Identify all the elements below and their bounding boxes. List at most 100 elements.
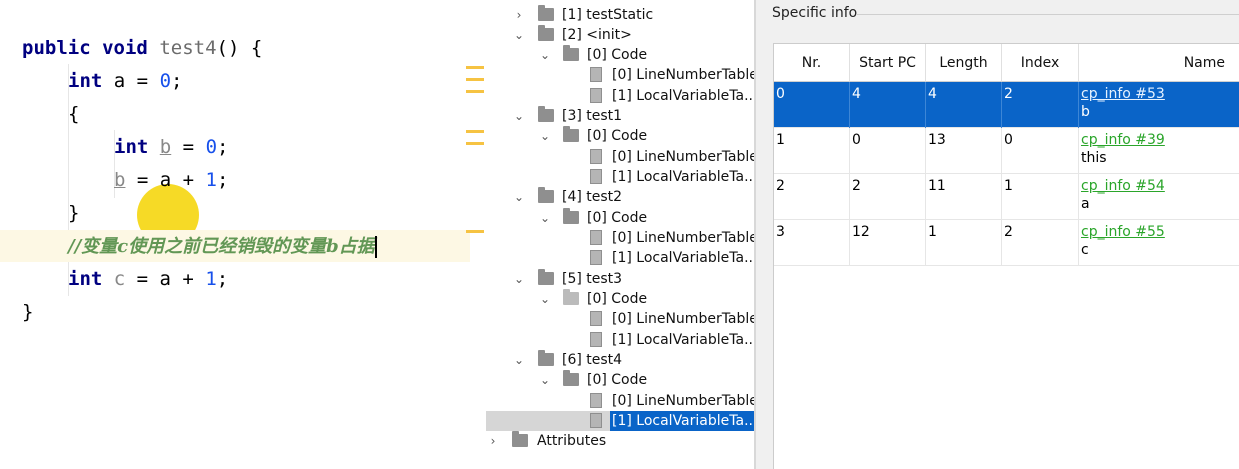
tree-item-attribute[interactable]: [0] LineNumberTable (486, 228, 756, 248)
class-structure-tree[interactable]: › [1] testStatic ⌄ [2] <init> ⌄ [0] Code [0… (486, 0, 756, 469)
specific-info-panel: Specific info Nr. Start PC Length Index … (756, 0, 1239, 469)
cell-length: 11 (926, 174, 1002, 220)
file-icon (590, 67, 602, 82)
file-icon (590, 88, 602, 103)
variable-name: c (1081, 242, 1089, 258)
code-text: = a + (125, 169, 206, 191)
tree-item-code[interactable]: ⌄ [0] Code (486, 370, 756, 390)
chevron-right-icon[interactable]: › (486, 431, 500, 451)
text-cursor (374, 235, 377, 258)
folder-icon (563, 370, 579, 386)
tree-item-code[interactable]: ⌄ [0] Code (486, 208, 756, 228)
table-row-selected[interactable]: 0 4 4 2 cp_info #53 b (774, 82, 1239, 128)
folder-icon (563, 208, 579, 224)
tree-item-attribute-selected[interactable]: [1] LocalVariableTa... (486, 411, 756, 431)
cp-info-link[interactable]: cp_info #53 (1081, 86, 1237, 102)
tree-item-attribute[interactable]: [1] LocalVariableTa... (486, 248, 756, 268)
tree-item-label: [4] test2 (562, 189, 623, 205)
table-row[interactable]: 2 2 11 1 cp_info #54 a (774, 174, 1239, 220)
gutter-marker[interactable] (466, 78, 484, 81)
chevron-down-icon[interactable]: ⌄ (538, 208, 552, 228)
chevron-down-icon[interactable]: ⌄ (512, 269, 526, 289)
local-variable-table[interactable]: Nr. Start PC Length Index Name 0 4 4 2 c… (773, 43, 1239, 469)
variable-name: this (1081, 150, 1107, 166)
tree-item-label: [0] LineNumberTable (612, 230, 756, 246)
folder-icon (563, 45, 579, 61)
gutter-marker[interactable] (466, 142, 484, 145)
code-line-7[interactable]: //变量c使用之前已经销毁的变量b占据 (0, 230, 470, 262)
tree-item-label: [0] Code (587, 372, 648, 388)
variable: a (113, 70, 126, 92)
cell-name: cp_info #53 b (1079, 82, 1239, 128)
cell-name: cp_info #55 c (1079, 220, 1239, 266)
tree-item-attribute[interactable]: [0] LineNumberTable (486, 65, 756, 85)
tree-item-attribute[interactable]: [0] LineNumberTable (486, 147, 756, 167)
folder-icon (538, 350, 554, 366)
gutter-marker[interactable] (466, 66, 484, 69)
code-line-9[interactable]: } (0, 296, 470, 328)
tree-item-attributes[interactable]: › Attributes (486, 431, 756, 451)
chevron-down-icon[interactable]: ⌄ (538, 45, 552, 65)
chevron-down-icon[interactable]: ⌄ (512, 350, 526, 370)
cell-start-pc: 0 (850, 128, 926, 174)
code-line-8[interactable]: int c = a + 1; (0, 263, 470, 295)
column-header[interactable]: Start PC (850, 44, 926, 82)
chevron-down-icon[interactable]: ⌄ (538, 289, 552, 309)
gutter-marker[interactable] (466, 130, 484, 133)
tree-item-code[interactable]: ⌄ [0] Code (486, 45, 756, 65)
cp-info-link[interactable]: cp_info #39 (1081, 132, 1237, 148)
code-line-4[interactable]: int b = 0; (0, 131, 470, 163)
code-line-3[interactable]: { (0, 98, 470, 130)
keyword: int (68, 70, 103, 92)
tree-item-attribute[interactable]: [1] LocalVariableTa... (486, 330, 756, 350)
chevron-right-icon[interactable]: › (512, 5, 526, 25)
tree-item-label: [6] test4 (562, 352, 623, 368)
folder-icon (538, 269, 554, 285)
tree-item-code[interactable]: ⌄ [0] Code (486, 289, 756, 309)
tree-item-method[interactable]: ⌄ [4] test2 (486, 187, 756, 207)
table-row[interactable]: 3 12 1 2 cp_info #55 c (774, 220, 1239, 266)
chevron-down-icon[interactable]: ⌄ (538, 126, 552, 146)
gutter-marker[interactable] (466, 90, 484, 93)
tree-item-attribute[interactable]: [1] LocalVariableTa... (486, 86, 756, 106)
tree-item-label: [0] Code (587, 210, 648, 226)
tree-item-attribute[interactable]: [0] LineNumberTable (486, 391, 756, 411)
code-editor[interactable]: public void test4() { int a = 0; { int b… (0, 0, 470, 469)
code-line-5[interactable]: b = a + 1; (0, 164, 470, 196)
column-header[interactable]: Index (1002, 44, 1079, 82)
table-row[interactable]: 1 0 13 0 cp_info #39 this (774, 128, 1239, 174)
tree-item-code[interactable]: ⌄ [0] Code (486, 126, 756, 146)
gutter-marker[interactable] (466, 230, 484, 233)
file-icon (590, 230, 602, 245)
tree-item-method[interactable]: ⌄ [6] test4 (486, 350, 756, 370)
cell-nr: 2 (774, 174, 850, 220)
code-line-6[interactable]: } (0, 197, 470, 229)
tree-item-attribute[interactable]: [1] LocalVariableTa... (486, 167, 756, 187)
keyword: int (114, 136, 149, 158)
chevron-down-icon[interactable]: ⌄ (538, 370, 552, 390)
tree-item-method[interactable]: ⌄ [3] test1 (486, 106, 756, 126)
chevron-down-icon[interactable]: ⌄ (512, 106, 526, 126)
tree-item-attribute[interactable]: [0] LineNumberTable (486, 309, 756, 329)
column-header[interactable]: Nr. (774, 44, 850, 82)
file-icon (590, 149, 602, 164)
code-line-2[interactable]: int a = 0; (0, 65, 470, 97)
tree-item-label: [2] <init> (562, 27, 632, 43)
tree-item-method[interactable]: ⌄ [5] test3 (486, 269, 756, 289)
method-name: test4 (159, 37, 217, 59)
code-text: () { (216, 37, 263, 59)
cp-info-link[interactable]: cp_info #54 (1081, 178, 1237, 194)
chevron-down-icon[interactable]: ⌄ (512, 25, 526, 45)
code-text: ; (171, 70, 183, 92)
chevron-down-icon[interactable]: ⌄ (512, 187, 526, 207)
tree-item-method[interactable]: ⌄ [2] <init> (486, 25, 756, 45)
cell-nr: 3 (774, 220, 850, 266)
code-line-1[interactable]: public void test4() { (0, 32, 470, 64)
column-header[interactable]: Name (1079, 44, 1239, 82)
cp-info-link[interactable]: cp_info #55 (1081, 224, 1237, 240)
cell-length: 1 (926, 220, 1002, 266)
column-header[interactable]: Length (926, 44, 1002, 82)
file-icon (590, 332, 602, 347)
tree-item-method[interactable]: › [1] testStatic (486, 5, 756, 25)
code-text: ; (216, 169, 229, 191)
